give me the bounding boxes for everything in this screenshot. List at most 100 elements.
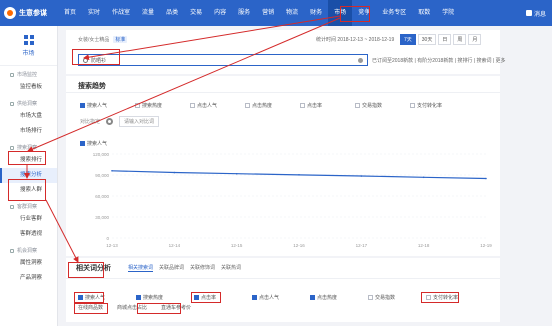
x-tick-label: 12-15 bbox=[231, 243, 243, 248]
user-label: 消息 bbox=[533, 11, 546, 18]
metric-checkbox[interactable]: 点击热度 bbox=[245, 102, 300, 109]
group-icon bbox=[10, 101, 14, 106]
related-tab[interactable]: 关联热词 bbox=[221, 264, 241, 272]
period-button[interactable]: 7天 bbox=[400, 34, 416, 45]
metric-label: 搜索人气 bbox=[87, 103, 108, 109]
checkbox[interactable] bbox=[252, 295, 257, 300]
nav-item[interactable]: 流量 bbox=[136, 0, 160, 26]
metric-checkbox[interactable]: 点击人气 bbox=[190, 102, 245, 109]
metric-checkbox[interactable]: 点击人气 bbox=[252, 294, 310, 301]
nav-item[interactable]: 学院 bbox=[436, 0, 460, 26]
checkbox[interactable] bbox=[135, 103, 140, 108]
nav-item[interactable]: 品类 bbox=[160, 0, 184, 26]
search-trend-card: 搜索趋势 搜索人气 搜索热度 点击人气 点击热度 点击率 交易指数 支付转化率 对比指定 请… bbox=[66, 76, 500, 256]
checkbox[interactable] bbox=[355, 103, 360, 108]
checkbox[interactable] bbox=[190, 103, 195, 108]
sidebar-item[interactable]: 监控看板 bbox=[0, 80, 57, 95]
y-tick-label: 0 bbox=[106, 236, 109, 241]
checkbox[interactable] bbox=[300, 103, 305, 108]
highlight-market-nav bbox=[340, 6, 370, 22]
y-tick-label: 120,000 bbox=[93, 152, 110, 157]
filter-panel: 女装/女士精品 标准 统计时间 2018-12-13 ~ 2018-12-19 … bbox=[66, 30, 506, 74]
x-tick-label: 12-17 bbox=[356, 243, 368, 248]
category-selector[interactable]: 女装/女士精品 bbox=[78, 36, 109, 43]
period-button[interactable]: 日 bbox=[438, 34, 452, 45]
group-icon bbox=[10, 145, 14, 150]
data-point bbox=[173, 171, 176, 174]
checkbox[interactable] bbox=[310, 295, 315, 300]
nav-item[interactable]: 服务 bbox=[232, 0, 256, 26]
checkbox[interactable] bbox=[410, 103, 415, 108]
group-icon bbox=[10, 72, 14, 77]
logo-text: 生意参谋 bbox=[19, 10, 47, 17]
metric-label: 点击热度 bbox=[252, 103, 273, 109]
nav-item[interactable]: 实时 bbox=[82, 0, 106, 26]
period-button[interactable]: 30天 bbox=[417, 34, 437, 45]
metric-label: 交易指数 bbox=[375, 295, 396, 301]
highlight-search-analysis bbox=[8, 179, 46, 201]
related-tabs: 相关搜索词 关联品牌词 关联修饰词 关联热词 bbox=[128, 264, 241, 272]
app-logo[interactable]: 生意参谋 bbox=[0, 7, 58, 19]
group-icon bbox=[10, 204, 14, 209]
sidebar-group-label: 供给洞察 bbox=[17, 101, 38, 107]
sidebar-header: 市场 bbox=[0, 26, 57, 66]
metric-checkbox[interactable]: 搜索热度 bbox=[136, 294, 194, 301]
compare-input[interactable]: 请输入对比词 bbox=[119, 116, 160, 127]
metric-checkbox[interactable]: 交易指数 bbox=[368, 294, 426, 301]
nav-item[interactable]: 作战室 bbox=[106, 0, 136, 26]
sidebar-item[interactable]: 产品洞察 bbox=[0, 271, 57, 286]
metric-label: 搜索热度 bbox=[143, 295, 164, 301]
checkbox[interactable] bbox=[80, 103, 85, 108]
metric-checkbox[interactable]: 交易指数 bbox=[355, 102, 410, 109]
nav-item[interactable]: 业务专区 bbox=[376, 0, 412, 26]
main-nav: 首页 实时 作战室 流量 品类 交易 内容 服务 营销 物流 财务 市场 竞争 业务专区 取数 学院 bbox=[58, 0, 460, 26]
metric-checkbox[interactable]: 点击热度 bbox=[310, 294, 368, 301]
sidebar-item[interactable]: 客群透视 bbox=[0, 227, 57, 242]
metric-checkbox[interactable]: 搜索人气 bbox=[80, 102, 135, 109]
settings-icon[interactable] bbox=[106, 118, 114, 125]
period-button[interactable]: 周 bbox=[453, 34, 467, 45]
metric-checkbox[interactable]: 点击率 bbox=[300, 102, 355, 109]
sidebar-group: 机会洞察 bbox=[0, 242, 57, 256]
clear-icon[interactable] bbox=[358, 58, 363, 63]
nav-item[interactable]: 物流 bbox=[280, 0, 304, 26]
logo-icon bbox=[4, 7, 16, 19]
highlight-metric-2 bbox=[74, 303, 108, 314]
data-point bbox=[485, 177, 487, 180]
quick-links[interactable]: 已订阅至2018新款 | 有阶分2018新款 | 搜排行 | 搜索词 | 更多 bbox=[372, 57, 506, 64]
data-point bbox=[298, 174, 300, 176]
metric-checkbox[interactable]: 支付转化率 bbox=[410, 102, 465, 109]
highlight-metric-4 bbox=[191, 292, 221, 303]
metric-checkbox[interactable]: 搜索热度 bbox=[135, 102, 190, 109]
metric-label: 交易指数 bbox=[362, 103, 383, 109]
trend-metric-checkboxes: 搜索人气 搜索热度 点击人气 点击热度 点击率 交易指数 支付转化率 bbox=[80, 102, 465, 109]
related-tab[interactable]: 相关搜索词 bbox=[128, 264, 154, 272]
nav-item[interactable]: 财务 bbox=[304, 0, 328, 26]
x-tick-label: 12-18 bbox=[418, 243, 430, 248]
user-menu[interactable]: 消息 bbox=[525, 9, 546, 18]
nav-item[interactable]: 取数 bbox=[412, 0, 436, 26]
sidebar-item[interactable]: 行业客群 bbox=[0, 212, 57, 227]
sidebar-item[interactable]: 属性洞察 bbox=[0, 256, 57, 271]
metric-label: 点击率 bbox=[307, 103, 323, 109]
x-tick-label: 12-14 bbox=[169, 243, 181, 248]
highlight-search-insight bbox=[8, 151, 46, 165]
sidebar-item[interactable]: 市场大盘 bbox=[0, 109, 57, 124]
checkbox[interactable] bbox=[136, 295, 141, 300]
nav-item[interactable]: 首页 bbox=[58, 0, 82, 26]
metric-label: 点击人气 bbox=[197, 103, 218, 109]
nav-item[interactable]: 交易 bbox=[184, 0, 208, 26]
data-point bbox=[235, 172, 238, 175]
x-tick-label: 12-19 bbox=[480, 243, 492, 248]
nav-item[interactable]: 内容 bbox=[208, 0, 232, 26]
checkbox[interactable] bbox=[368, 295, 373, 300]
related-tab[interactable]: 关联品牌词 bbox=[159, 264, 184, 272]
related-tab[interactable]: 关联修饰词 bbox=[190, 264, 215, 272]
divider bbox=[66, 278, 500, 279]
period-button[interactable]: 月 bbox=[468, 34, 482, 45]
sidebar-item[interactable]: 市场排行 bbox=[0, 124, 57, 139]
y-tick-label: 60,000 bbox=[95, 194, 109, 199]
nav-item[interactable]: 营销 bbox=[256, 0, 280, 26]
checkbox[interactable] bbox=[245, 103, 250, 108]
search-input[interactable]: 防晒衫 bbox=[78, 54, 368, 66]
